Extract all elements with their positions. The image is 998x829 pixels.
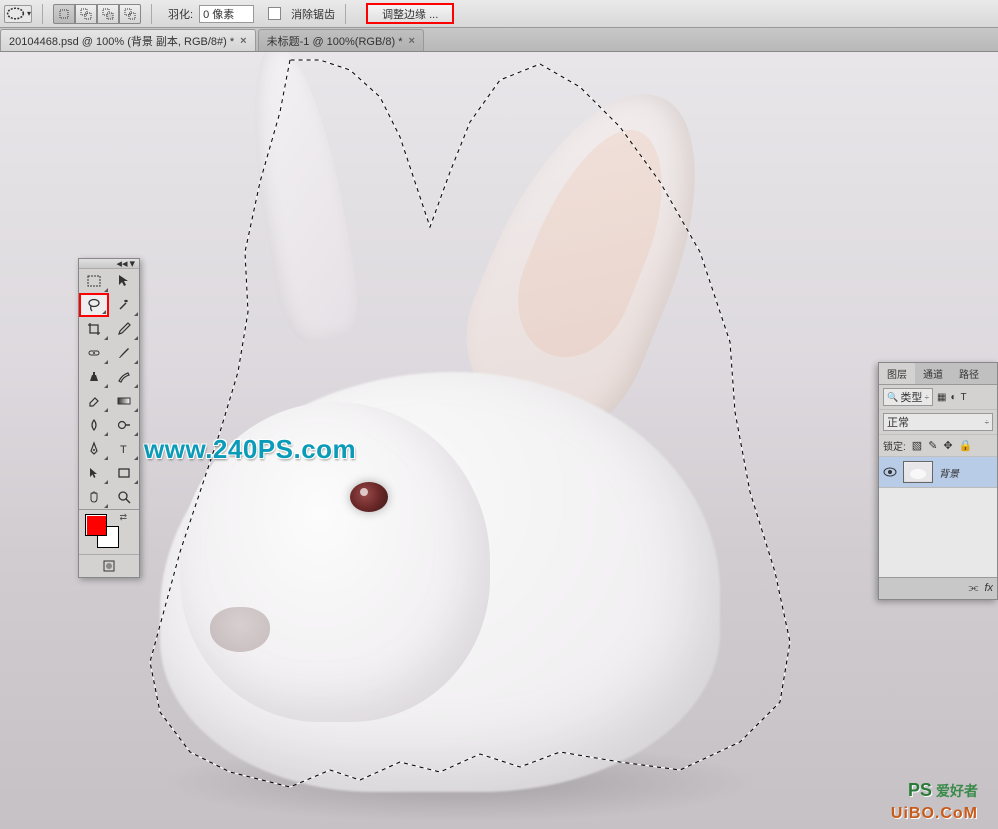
selection-new-button[interactable]	[53, 4, 75, 24]
watermark-bottom-right: PS 爱好者	[908, 780, 978, 801]
watermark-main: www.240PS.com	[144, 434, 356, 465]
lock-label: 锁定:	[883, 438, 906, 453]
feather-label: 羽化:	[168, 6, 193, 22]
panel-tabs: 图层 通道 路径	[879, 363, 997, 385]
layer-list: 背景	[879, 457, 997, 577]
lock-all-icon[interactable]: 🔒	[959, 439, 973, 452]
zoom-tool[interactable]	[109, 485, 139, 509]
selection-intersect-button[interactable]	[119, 4, 141, 24]
antialias-label: 消除锯齿	[291, 6, 335, 22]
refine-edge-button[interactable]: 调整边缘 ...	[366, 3, 454, 24]
eraser-tool[interactable]	[79, 389, 109, 413]
blur-tool[interactable]	[79, 413, 109, 437]
close-icon[interactable]: ×	[408, 35, 414, 47]
move-tool[interactable]	[109, 269, 139, 293]
tab-layers[interactable]: 图层	[879, 363, 915, 384]
gradient-tool[interactable]	[109, 389, 139, 413]
filter-kind-dropdown[interactable]: 🔍类型÷	[883, 388, 933, 406]
brush-tool[interactable]	[109, 341, 139, 365]
filter-adjust-icon[interactable]: ◐	[950, 392, 956, 403]
tools-panel: ◂◂▾ T ⇄	[78, 258, 140, 578]
path-selection-tool[interactable]	[79, 461, 109, 485]
lasso-tool[interactable]	[79, 293, 109, 317]
lock-pixels-icon[interactable]: ✎	[928, 439, 937, 452]
visibility-eye-icon[interactable]	[883, 465, 897, 479]
lock-row: 锁定: ▧ ✎ ✥ 🔒	[879, 435, 997, 457]
swap-colors-icon[interactable]: ⇄	[119, 512, 127, 523]
layer-row-background[interactable]: 背景	[879, 457, 997, 488]
filter-type-icon[interactable]: T	[961, 392, 967, 403]
standard-mode-button[interactable]	[79, 555, 139, 577]
clone-stamp-tool[interactable]	[79, 365, 109, 389]
selection-subtract-button[interactable]	[97, 4, 119, 24]
dodge-tool[interactable]	[109, 413, 139, 437]
layer-name[interactable]: 背景	[939, 465, 959, 480]
options-bar: ▾ 羽化: 消除锯齿 调整边缘 ...	[0, 0, 998, 28]
canvas-area[interactable]: www.240PS.com PS 爱好者 UiBO.CoM	[0, 52, 998, 829]
tab-title: 20104468.psd @ 100% (背景 副本, RGB/8#) *	[9, 33, 234, 49]
foreground-color-swatch[interactable]	[85, 514, 107, 536]
blend-mode-dropdown[interactable]: 正常÷	[883, 413, 993, 431]
svg-text:T: T	[120, 444, 127, 456]
type-tool[interactable]: T	[109, 437, 139, 461]
tab-paths[interactable]: 路径	[951, 363, 987, 384]
close-icon[interactable]: ×	[240, 35, 246, 47]
panel-footer: ⫘ fx	[879, 577, 997, 599]
lock-transparency-icon[interactable]: ▧	[912, 439, 922, 452]
hand-tool[interactable]	[79, 485, 109, 509]
selection-mode-group	[53, 4, 141, 24]
divider	[345, 4, 346, 24]
crop-tool[interactable]	[79, 317, 109, 341]
eyedropper-tool[interactable]	[109, 317, 139, 341]
pen-tool[interactable]	[79, 437, 109, 461]
layers-panel: 图层 通道 路径 🔍类型÷ ▦ ◐ T 正常÷ 锁定: ▧ ✎ ✥ 🔒 背景 ⫘…	[878, 362, 998, 600]
link-layers-icon[interactable]: ⫘	[969, 582, 979, 595]
tab-title: 未标题-1 @ 100%(RGB/8) *	[267, 33, 403, 49]
selection-add-button[interactable]	[75, 4, 97, 24]
antialias-checkbox[interactable]	[268, 7, 281, 20]
current-tool-indicator[interactable]: ▾	[4, 5, 32, 23]
document-tab-1[interactable]: 20104468.psd @ 100% (背景 副本, RGB/8#) * ×	[0, 29, 256, 51]
layer-fx-icon[interactable]: fx	[984, 582, 993, 595]
color-swatches: ⇄	[79, 510, 139, 554]
divider	[42, 4, 43, 24]
layer-thumbnail[interactable]	[903, 461, 933, 483]
filter-pixel-icon[interactable]: ▦	[937, 392, 946, 403]
panel-header[interactable]: ◂◂▾	[79, 259, 139, 269]
document-tabs-bar: 20104468.psd @ 100% (背景 副本, RGB/8#) * × …	[0, 28, 998, 52]
watermark-domain: UiBO.CoM	[891, 805, 978, 823]
feather-input[interactable]	[199, 5, 254, 23]
history-brush-tool[interactable]	[109, 365, 139, 389]
document-tab-2[interactable]: 未标题-1 @ 100%(RGB/8) * ×	[258, 29, 424, 51]
tab-channels[interactable]: 通道	[915, 363, 951, 384]
healing-brush-tool[interactable]	[79, 341, 109, 365]
layer-filter-row: 🔍类型÷ ▦ ◐ T	[879, 385, 997, 410]
rectangle-shape-tool[interactable]	[109, 461, 139, 485]
rectangular-marquee-tool[interactable]	[79, 269, 109, 293]
lock-position-icon[interactable]: ✥	[943, 439, 952, 452]
divider	[151, 4, 152, 24]
magic-wand-tool[interactable]	[109, 293, 139, 317]
